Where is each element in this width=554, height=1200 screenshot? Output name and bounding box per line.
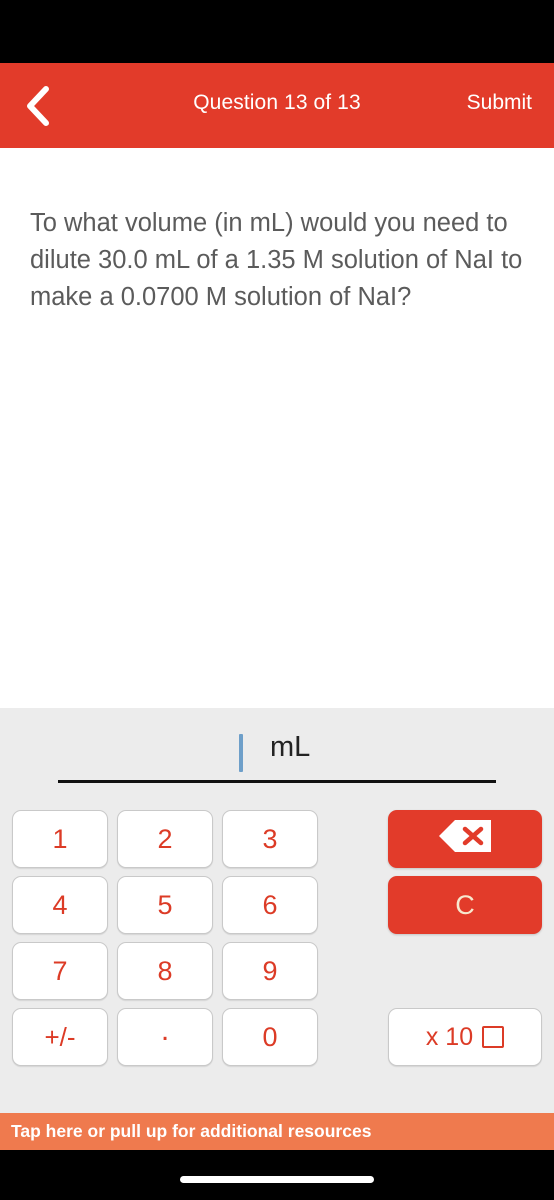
scientific-notation-label: x 10 — [425, 1022, 474, 1051]
backspace-button[interactable] — [388, 810, 542, 868]
home-indicator[interactable] — [180, 1176, 374, 1183]
additional-resources-bar[interactable]: Tap here or pull up for additional resou… — [0, 1113, 554, 1150]
additional-resources-label: Tap here or pull up for additional resou… — [11, 1121, 372, 1141]
home-indicator-area — [0, 1150, 554, 1200]
submit-button[interactable]: Submit — [467, 91, 532, 115]
key-7[interactable]: 7 — [12, 942, 108, 1000]
answer-input-field[interactable]: mL — [58, 726, 496, 782]
key-3[interactable]: 3 — [222, 810, 318, 868]
answer-keypad-panel: mL 1 2 3 4 5 6 7 8 9 +/- . 0 C x 10 — [0, 708, 554, 1113]
key-8[interactable]: 8 — [117, 942, 213, 1000]
key-0[interactable]: 0 — [222, 1008, 318, 1066]
text-caret — [239, 734, 243, 772]
key-5[interactable]: 5 — [117, 876, 213, 934]
question-area: To what volume (in mL) would you need to… — [0, 148, 554, 708]
key-4[interactable]: 4 — [12, 876, 108, 934]
app-header: Question 13 of 13 Submit — [0, 63, 554, 148]
exponent-placeholder-box[interactable] — [482, 1026, 505, 1048]
answer-underline — [58, 780, 496, 783]
key-decimal-point[interactable]: . — [117, 1008, 213, 1066]
status-bar — [0, 0, 554, 63]
key-6[interactable]: 6 — [222, 876, 318, 934]
question-text: To what volume (in mL) would you need to… — [30, 209, 523, 311]
backspace-delete-icon — [437, 819, 493, 860]
answer-unit-label: mL — [270, 731, 311, 763]
scientific-notation-button[interactable]: x 10 — [388, 1008, 542, 1066]
key-2[interactable]: 2 — [117, 810, 213, 868]
key-9[interactable]: 9 — [222, 942, 318, 1000]
clear-button[interactable]: C — [388, 876, 542, 934]
app-screen: Question 13 of 13 Submit To what volume … — [0, 0, 554, 1200]
key-1[interactable]: 1 — [12, 810, 108, 868]
key-plus-minus[interactable]: +/- — [12, 1008, 108, 1066]
